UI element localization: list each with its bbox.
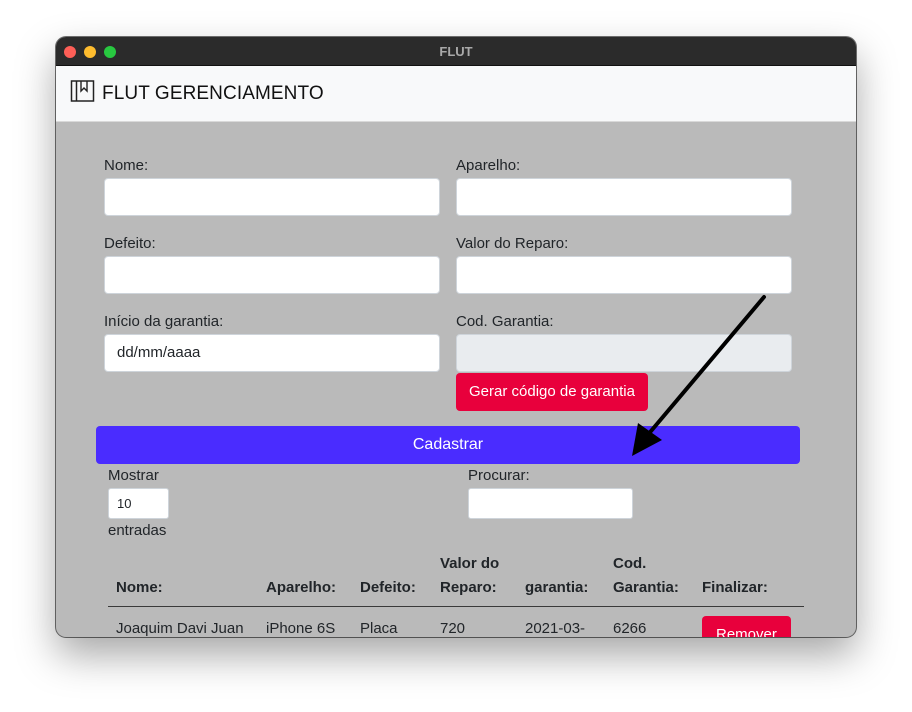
valor-reparo-input[interactable] (456, 256, 792, 294)
col-header-aparelho[interactable]: Aparelho: (266, 576, 336, 600)
valor-reparo-label: Valor do Reparo: (456, 235, 569, 252)
col-header-valor-line2[interactable]: Reparo: (440, 576, 497, 600)
col-header-defeito[interactable]: Defeito: (360, 576, 416, 600)
col-header-garantia[interactable]: garantia: (525, 576, 588, 600)
col-header-cod-line1[interactable]: Cod. (613, 552, 646, 576)
defeito-label: Defeito: (104, 235, 156, 252)
app-window: FLUT FLUT GERENCIAMENTO Nome: Aparelho: … (56, 37, 856, 637)
entradas-label: entradas (108, 522, 167, 539)
main-content: Nome: Aparelho: Defeito: Valor do Reparo… (56, 122, 856, 637)
nome-input[interactable] (104, 178, 440, 216)
navbar: FLUT GERENCIAMENTO (56, 66, 856, 122)
cell-nome: Joaquim Davi Juan (116, 620, 244, 637)
remover-button[interactable]: Remover (702, 616, 791, 637)
cell-aparelho: iPhone 6S (266, 620, 336, 637)
brand-title[interactable]: FLUT GERENCIAMENTO (102, 83, 324, 105)
cod-garantia-label: Cod. Garantia: (456, 313, 554, 330)
cell-valor: 720 (440, 620, 466, 637)
cell-defeito: Placa (360, 620, 398, 637)
defeito-input[interactable] (104, 256, 440, 294)
gerar-codigo-button[interactable]: Gerar código de garantia (456, 373, 648, 411)
nome-label: Nome: (104, 157, 149, 174)
aparelho-input[interactable] (456, 178, 792, 216)
cadastrar-button[interactable]: Cadastrar (96, 426, 800, 464)
cod-garantia-input (456, 334, 792, 372)
procurar-label: Procurar: (468, 467, 530, 484)
col-header-cod-line2[interactable]: Garantia: (613, 576, 679, 600)
table-header-divider (108, 606, 804, 607)
col-header-nome[interactable]: Nome: (116, 576, 163, 600)
col-header-finalizar[interactable]: Finalizar: (702, 576, 768, 600)
book-icon (70, 80, 95, 102)
title-bar: FLUT (56, 37, 856, 66)
inicio-garantia-label: Início da garantia: (104, 313, 224, 330)
inicio-garantia-date-input[interactable]: dd/mm/aaaa (104, 334, 440, 372)
mostrar-label: Mostrar (108, 467, 159, 484)
col-header-valor-line1[interactable]: Valor do (440, 552, 499, 576)
cell-cod: 6266 (613, 620, 647, 637)
cell-garantia: 2021-03- (525, 620, 586, 637)
entries-select[interactable]: 10 (108, 488, 169, 519)
aparelho-label: Aparelho: (456, 157, 521, 174)
window-title: FLUT (439, 44, 473, 59)
search-input[interactable] (468, 488, 633, 519)
